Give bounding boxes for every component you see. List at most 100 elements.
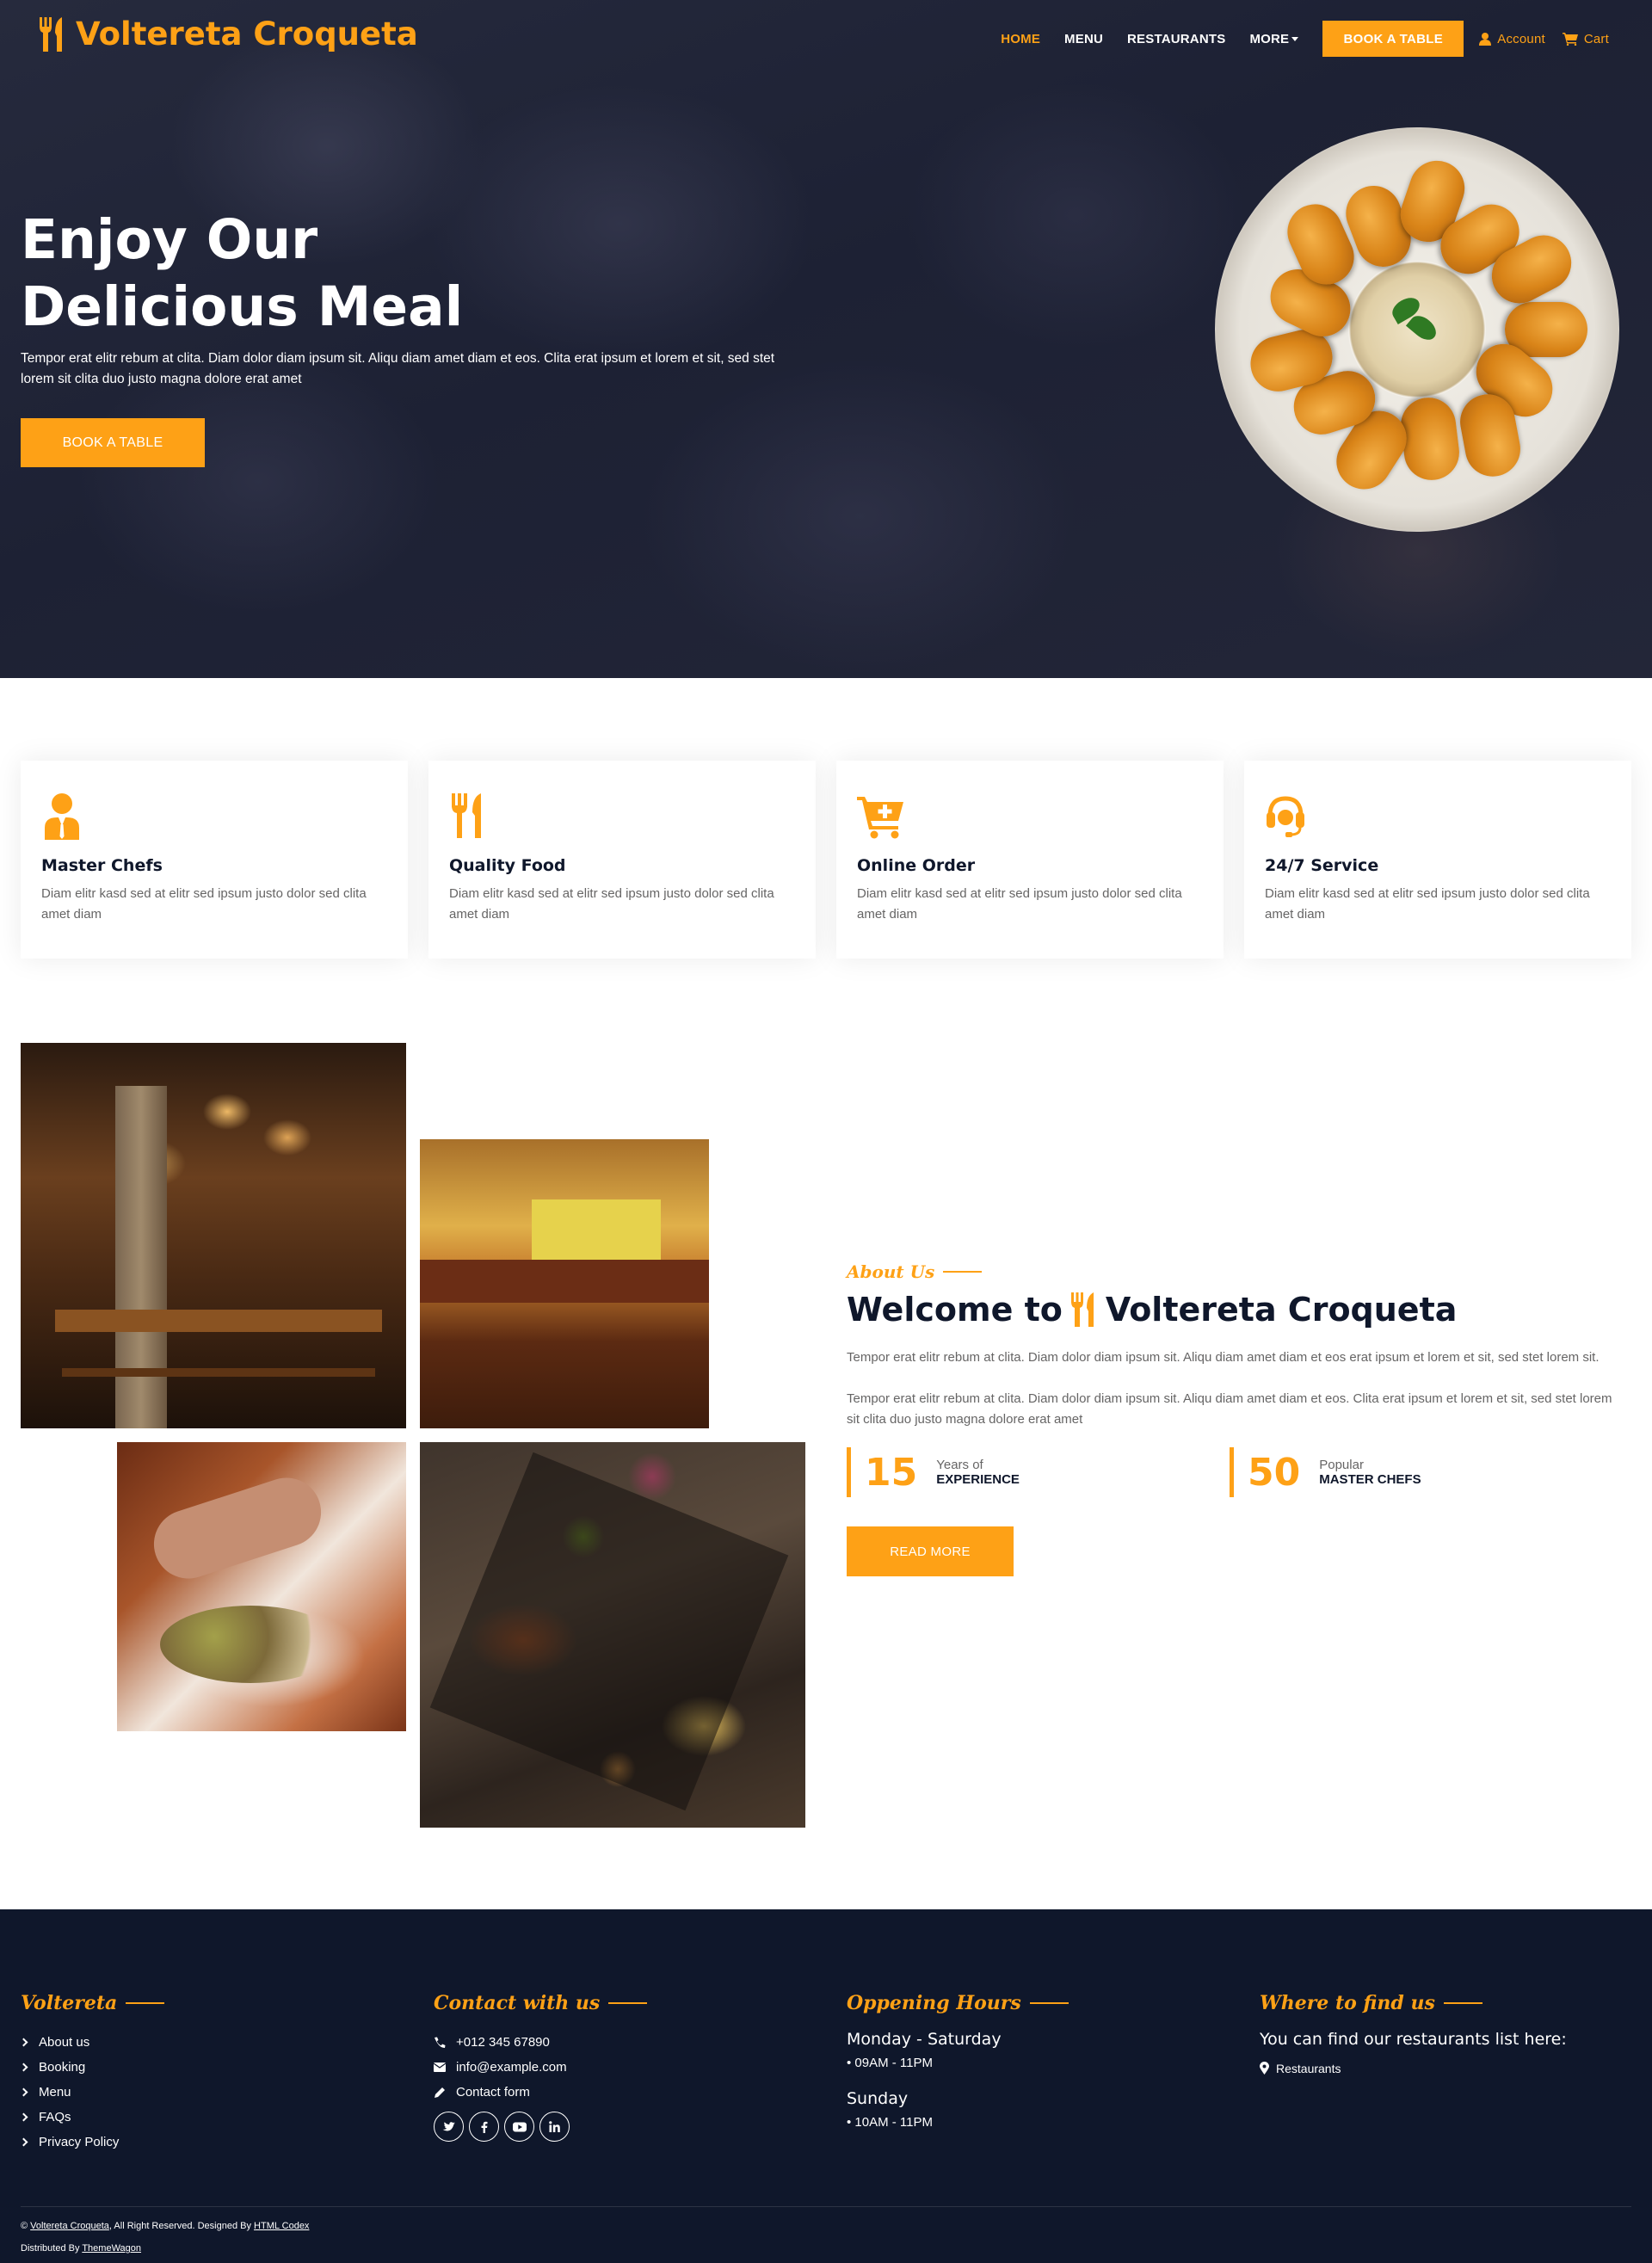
pencil-icon [435,2087,445,2098]
phone-text: +012 345 67890 [456,2035,550,2050]
copyright: © Voltereta Croqueta, All Right Reserved… [21,2215,309,2260]
footer-heading: Where to find us [1260,1992,1638,2014]
section-tag: About Us [847,1261,1612,1282]
copyright-line: © Voltereta Croqueta, All Right Reserved… [21,2221,310,2231]
salad [160,1606,341,1683]
hours-day-sunday: Sunday [847,2089,909,2108]
stat-label-bottom: EXPERIENCE [936,1472,1020,1487]
cart-label: Cart [1583,31,1609,46]
footer-link-about[interactable]: About us [19,2030,399,2055]
stat-label-bottom: MASTER CHEFS [1319,1472,1421,1487]
cart-link[interactable]: Cart [1562,31,1609,46]
hero-title: Enjoy Our Delicious Meal [21,207,623,341]
service-title: Quality Food [449,856,566,875]
footer-link-booking[interactable]: Booking [19,2055,399,2080]
service-card-online-order: Online Order Diam elitr kasd sed at elit… [836,761,1224,959]
service-title: Master Chefs [41,856,163,875]
service-card-24-7-service: 24/7 Service Diam elitr kasd sed at elit… [1244,761,1631,959]
pillar [115,1086,167,1428]
map-marker-icon [1260,2062,1269,2075]
hero-text: Tempor erat elitr rebum at clita. Diam d… [21,351,775,386]
wall [532,1199,661,1260]
footer-heading: Contact with us [434,1992,812,2014]
footer-heading-label: Voltereta [21,1992,118,2014]
salad-dish-image [117,1442,406,1731]
nav-more-dropdown[interactable]: MORE [1249,32,1299,46]
distributed-text: Distributed By [21,2243,83,2254]
chevron-right-icon [19,2063,28,2072]
copyright-text: , All Right Reserved. Designed By [108,2221,255,2231]
service-text: Diam elitr kasd sed at elitr sed ipsum j… [1265,886,1590,922]
footer-link-menu[interactable]: Menu [19,2080,399,2105]
about-paragraph-1: Tempor erat elitr rebum at clita. Diam d… [847,1350,1600,1365]
heading-line [126,2002,165,2004]
service-text: Diam elitr kasd sed at elitr sed ipsum j… [857,886,1182,922]
restaurants-link-label: Restaurants [1276,2061,1341,2075]
headset-icon [1267,796,1304,837]
footer-divider [21,2206,1631,2207]
about-tag: About Us [847,1261,935,1282]
footer-heading-label: Oppening Hours [847,1992,1021,2014]
restaurants-link[interactable]: Restaurants [1260,2056,1638,2081]
linkedin-icon[interactable] [539,2112,570,2142]
service-title: 24/7 Service [1265,856,1379,875]
heading-line [1029,2002,1069,2004]
table [55,1310,382,1332]
heading-line [1443,2002,1482,2004]
nav-book-table-button[interactable]: BOOK A TABLE [1322,21,1464,57]
hours-day-weekdays: Monday - Saturday [847,2030,1002,2049]
chevron-right-icon [19,2038,28,2047]
account-link[interactable]: Account [1479,32,1545,46]
croquetas-plate-image [1215,127,1619,532]
read-more-button[interactable]: READ MORE [847,1526,1014,1576]
cart-plus-icon [857,797,903,839]
footer-col-contact: Contact with us +012 345 67890 info@exam… [434,1992,812,2142]
service-card-quality-food: Quality Food Diam elitr kasd sed at elit… [428,761,816,959]
footer-link-privacy[interactable]: Privacy Policy [19,2130,399,2155]
services-section: Master Chefs Diam elitr kasd sed at elit… [21,761,1631,959]
distributed-line: Distributed By ThemeWagon [21,2237,309,2260]
link-label: About us [39,2035,90,2050]
utensils-icon [452,793,481,838]
stat-number: 50 [1248,1450,1301,1495]
user-icon [1479,32,1492,46]
nav-restaurants[interactable]: RESTAURANTS [1127,32,1225,46]
footer-heading: Oppening Hours [847,1992,1225,2014]
chevron-right-icon [19,2112,28,2122]
restaurant-interior-image [21,1043,406,1428]
facebook-icon[interactable] [469,2112,499,2142]
hand [145,1469,330,1588]
croqueta [1397,394,1463,484]
about-heading: Welcome to Voltereta Croqueta [847,1291,1612,1329]
hero-book-table-button[interactable]: BOOK A TABLE [21,418,205,467]
service-card-master-chefs: Master Chefs Diam elitr kasd sed at elit… [21,761,408,959]
footer-email[interactable]: info@example.com [434,2055,812,2080]
service-text: Diam elitr kasd sed at elitr sed ipsum j… [41,886,367,922]
hours-time-weekdays: • 09AM - 11PM [847,2056,934,2070]
designer-link[interactable]: HTML Codex [254,2221,309,2231]
twitter-icon[interactable] [434,2112,464,2142]
nav-home[interactable]: HOME [1001,32,1040,46]
copyright-brand-link[interactable]: Voltereta Croqueta [30,2221,109,2231]
brand-logo[interactable]: Voltereta Croqueta [38,15,418,52]
envelope-icon [434,2063,446,2072]
chevron-right-icon [19,2087,28,2097]
brand-name: Voltereta Croqueta [76,15,418,52]
stat-experience: 15 Years of EXPERIENCE [847,1447,1230,1497]
social-links [434,2112,812,2142]
footer: Voltereta About us Booking Menu FAQs Pri… [0,1909,1652,2263]
nav-links: HOME MENU RESTAURANTS MORE BOOK A TABLE … [1001,21,1609,57]
footer-col-links: Voltereta About us Booking Menu FAQs Pri… [19,1992,399,2155]
about-paragraph-2: Tempor erat elitr rebum at clita. Diam d… [847,1391,1612,1427]
serving-board [429,1452,789,1811]
stat-label-top: Years of [936,1458,983,1472]
chef-icon [45,793,79,840]
footer-link-faqs[interactable]: FAQs [19,2105,399,2130]
nav-menu[interactable]: MENU [1064,32,1103,46]
navbar: Voltereta Croqueta HOME MENU RESTAURANTS… [0,0,1652,77]
distributor-link[interactable]: ThemeWagon [82,2243,141,2254]
youtube-icon[interactable] [504,2112,534,2142]
stat-label-top: Popular [1319,1458,1364,1472]
footer-contact-form-link[interactable]: Contact form [434,2080,812,2105]
heading-line [608,2002,648,2004]
